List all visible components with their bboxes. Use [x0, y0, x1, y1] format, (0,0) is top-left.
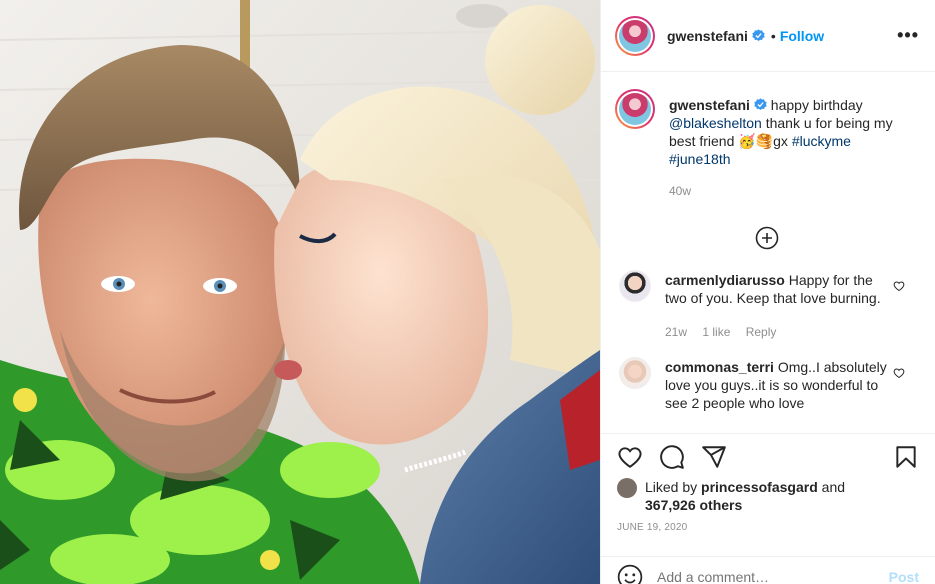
share-icon[interactable]: [701, 444, 727, 470]
comment-like-icon[interactable]: [893, 367, 905, 379]
smile-icon[interactable]: [617, 564, 643, 584]
likes-prefix: Liked by: [645, 479, 698, 495]
separator-dot: •: [770, 27, 776, 44]
commenter-avatar[interactable]: [619, 357, 651, 389]
heart-icon[interactable]: [617, 444, 643, 470]
likes-and: and: [821, 479, 846, 495]
liker-avatar[interactable]: [617, 478, 637, 498]
comment-row: commonas_terri Omg..I absolutely love yo…: [615, 357, 919, 412]
verified-icon: [754, 98, 767, 111]
more-icon[interactable]: •••: [897, 25, 919, 46]
comment-icon[interactable]: [659, 444, 685, 470]
comment-row: carmenlydiarusso Happy for the two of yo…: [615, 270, 919, 341]
post-photo[interactable]: [0, 0, 600, 584]
comment-username[interactable]: commonas_terri: [665, 359, 774, 375]
post-date[interactable]: JUNE 19, 2020: [617, 522, 687, 533]
commenter-avatar[interactable]: [619, 270, 651, 302]
author-avatar[interactable]: [615, 15, 655, 56]
comment-likes[interactable]: 1 like: [702, 325, 730, 339]
follow-button[interactable]: Follow: [780, 28, 824, 44]
caption-emoji: 🥳🥞: [738, 133, 774, 149]
caption-text-1: happy birthday: [770, 97, 863, 113]
action-bar: [601, 433, 935, 481]
caption-time[interactable]: 40w: [669, 184, 691, 198]
author-username[interactable]: gwenstefani: [667, 28, 748, 44]
post-side-panel: gwenstefani • Follow ••• gwenstefani hap…: [600, 0, 935, 584]
caption-row: gwenstefani happy birthday @blakeshelton…: [615, 89, 919, 200]
comment-time[interactable]: 21w: [665, 325, 687, 339]
comment-input[interactable]: [657, 568, 857, 584]
likes-count[interactable]: 367,926 others: [645, 497, 742, 513]
photo-illustration: [0, 0, 600, 584]
caption-avatar[interactable]: [615, 89, 655, 129]
post-header: gwenstefani • Follow •••: [601, 0, 935, 72]
hashtag-link-june18th[interactable]: #june18th: [669, 151, 731, 167]
save-icon[interactable]: [893, 444, 919, 470]
plus-circle-icon[interactable]: [755, 226, 779, 250]
hashtag-link-luckyme[interactable]: #luckyme: [792, 133, 851, 149]
instagram-post: gwenstefani • Follow ••• gwenstefani hap…: [0, 0, 935, 584]
comment-like-icon[interactable]: [893, 280, 905, 292]
add-comment-bar: Post: [601, 556, 935, 584]
post-button[interactable]: Post: [889, 569, 919, 584]
liker-username[interactable]: princessofasgard: [701, 479, 818, 495]
verified-icon: [752, 29, 765, 42]
caption-username[interactable]: gwenstefani: [669, 97, 750, 113]
comment-username[interactable]: carmenlydiarusso: [665, 272, 785, 288]
caption-mention-link[interactable]: @blakeshelton: [669, 115, 762, 131]
caption-text-3: gx: [773, 133, 788, 149]
comments-list[interactable]: gwenstefani happy birthday @blakeshelton…: [601, 73, 935, 433]
likes-summary: Liked by princessofasgard and 367,926 ot…: [617, 478, 919, 514]
reply-button[interactable]: Reply: [746, 325, 777, 339]
